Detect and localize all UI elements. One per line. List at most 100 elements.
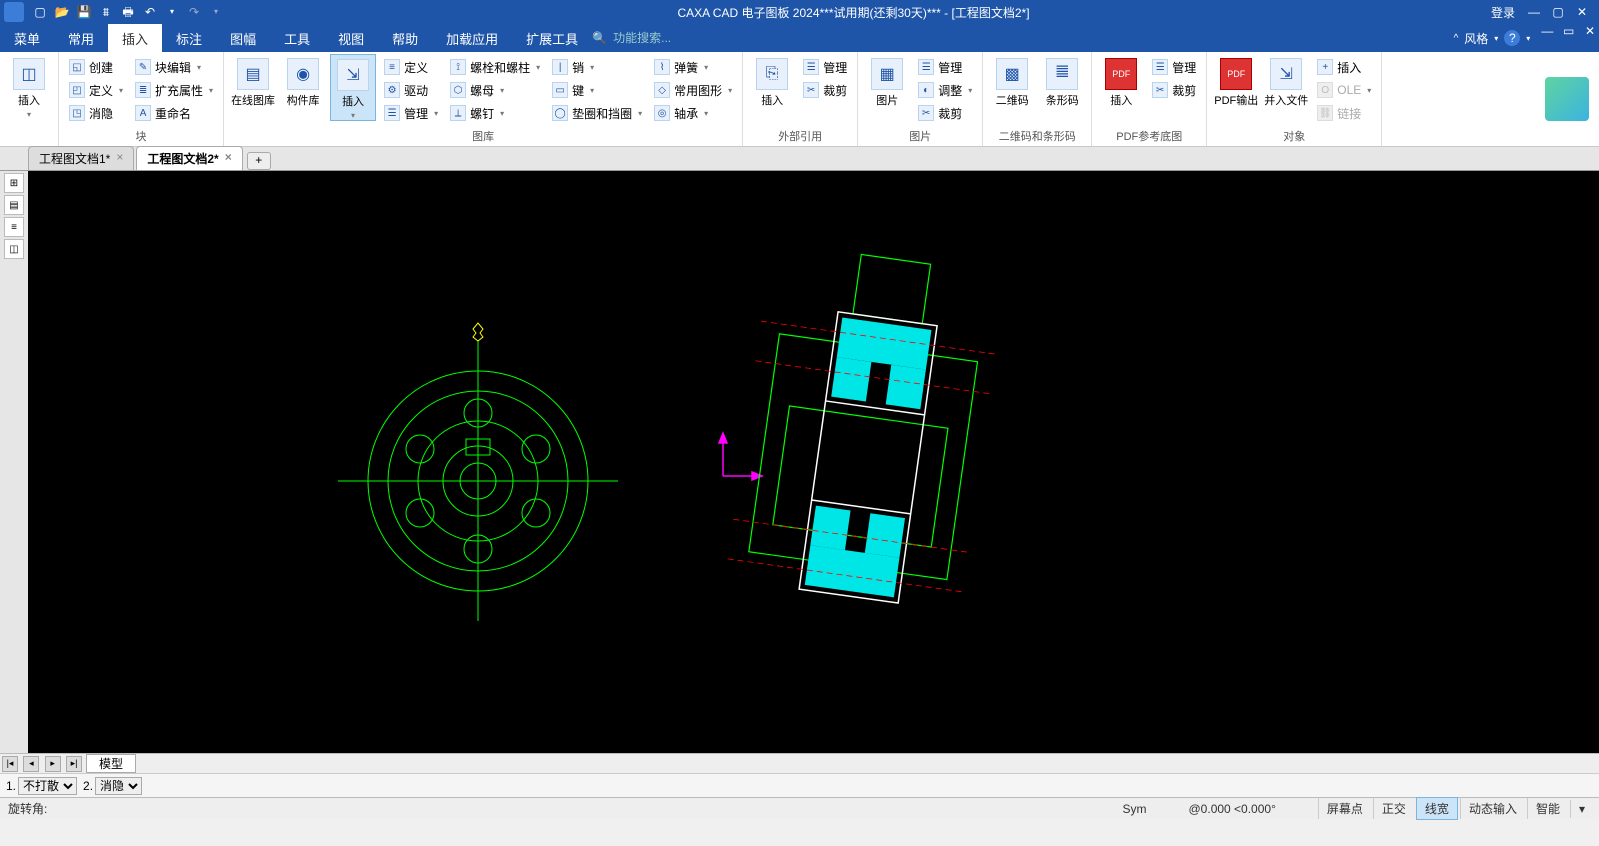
xref-manage-button[interactable]: ☰管理 bbox=[799, 56, 851, 78]
close-tab-icon[interactable]: × bbox=[116, 150, 123, 167]
tab-annotate[interactable]: 标注 bbox=[162, 24, 216, 52]
qat-print-icon[interactable]: 🖶 bbox=[120, 4, 136, 20]
tab-ext[interactable]: 扩展工具 bbox=[512, 24, 592, 52]
bearing-button[interactable]: ◎轴承▾ bbox=[650, 102, 736, 124]
tab-tools[interactable]: 工具 bbox=[270, 24, 324, 52]
lib-manage-button[interactable]: ☰管理▾ bbox=[380, 102, 442, 124]
merge-file-button[interactable]: ⇲并入文件 bbox=[1263, 54, 1309, 108]
window-title: CAXA CAD 电子图板 2024***试用期(还剩30天)*** - [工程… bbox=[224, 4, 1483, 21]
status-left: 旋转角: bbox=[0, 800, 47, 817]
doc-tab-2[interactable]: 工程图文档2*× bbox=[136, 146, 242, 170]
block-create-button[interactable]: ◱创建 bbox=[65, 56, 127, 78]
img-adjust-button[interactable]: ◐调整▾ bbox=[914, 79, 976, 101]
xref-clip-button[interactable]: ✂裁剪 bbox=[799, 79, 851, 101]
block-attr-button[interactable]: ≣扩充属性▾ bbox=[131, 79, 217, 101]
tab-menu[interactable]: 菜单 bbox=[0, 24, 54, 52]
pin-button[interactable]: |销▾ bbox=[548, 56, 646, 78]
next-layout-icon[interactable]: ▸ bbox=[45, 756, 61, 772]
status-dyn[interactable]: 动态输入 bbox=[1460, 798, 1525, 819]
mdi-restore-button[interactable]: ▭ bbox=[1560, 24, 1578, 38]
pdf-clip-button[interactable]: ✂裁剪 bbox=[1148, 79, 1200, 101]
washer-button[interactable]: ◯垫圈和挡圈▾ bbox=[548, 102, 646, 124]
status-lwt[interactable]: 线宽 bbox=[1416, 797, 1458, 820]
lib-drive-button[interactable]: ⚙驱动 bbox=[380, 79, 442, 101]
screw-button[interactable]: ⟂螺钉▾ bbox=[446, 102, 544, 124]
drawing-canvas[interactable] bbox=[28, 171, 1599, 753]
login-link[interactable]: 登录 bbox=[1483, 4, 1523, 21]
block-rename-button[interactable]: A重命名 bbox=[131, 102, 217, 124]
status-smart[interactable]: 智能 bbox=[1527, 798, 1568, 819]
qat-undo-dd-icon[interactable]: ▾ bbox=[164, 4, 180, 20]
search-input[interactable] bbox=[613, 31, 733, 45]
qat-redo-dd-icon[interactable]: ▾ bbox=[208, 4, 224, 20]
qat-save-icon[interactable]: 💾 bbox=[76, 4, 92, 20]
common-shape-button[interactable]: ◇常用图形▾ bbox=[650, 79, 736, 101]
barcode-button[interactable]: 𝍤条形码 bbox=[1039, 54, 1085, 108]
maximize-button[interactable]: ▢ bbox=[1547, 4, 1569, 20]
component-lib-button[interactable]: ◉构件库 bbox=[280, 54, 326, 108]
group-lib-label: 图库 bbox=[230, 128, 736, 146]
group-image-label: 图片 bbox=[864, 128, 976, 146]
pdf-manage-button[interactable]: ☰管理 bbox=[1148, 56, 1200, 78]
prev-layout-icon[interactable]: ◂ bbox=[23, 756, 39, 772]
opt2-select[interactable]: 消隐 bbox=[95, 777, 142, 795]
new-tab-button[interactable]: + bbox=[247, 152, 271, 170]
side-tool-4[interactable]: ◫ bbox=[4, 239, 24, 259]
insert-button[interactable]: ◫插入▾ bbox=[6, 54, 52, 119]
model-tab[interactable]: 模型 bbox=[86, 754, 136, 773]
qat-new-icon[interactable]: ▢ bbox=[32, 4, 48, 20]
opt1-select[interactable]: 不打散 bbox=[18, 777, 77, 795]
block-edit-button[interactable]: ✎块编辑▾ bbox=[131, 56, 217, 78]
tab-insert[interactable]: 插入 bbox=[108, 24, 162, 52]
style-dd-icon[interactable]: ▾ bbox=[1494, 34, 1498, 43]
opt2-label: 2. bbox=[83, 779, 93, 793]
image-button[interactable]: ▦图片 bbox=[864, 54, 910, 108]
block-define-button[interactable]: ◰定义▾ bbox=[65, 79, 127, 101]
tab-help[interactable]: 帮助 bbox=[378, 24, 432, 52]
key-button[interactable]: ▭键▾ bbox=[548, 79, 646, 101]
pdf-export-button[interactable]: PDFPDF输出 bbox=[1213, 54, 1259, 108]
qat-saveall-icon[interactable]: ⩩ bbox=[98, 4, 114, 20]
tab-addins[interactable]: 加载应用 bbox=[432, 24, 512, 52]
nut-button[interactable]: ⬡螺母▾ bbox=[446, 79, 544, 101]
obj-insert-button[interactable]: +插入 bbox=[1313, 56, 1375, 78]
opt1-label: 1. bbox=[6, 779, 16, 793]
qat-redo-icon[interactable]: ↷ bbox=[186, 4, 202, 20]
status-bar: 旋转角: Sym @0.000 <0.000° 屏幕点 正交 线宽 动态输入 智… bbox=[0, 797, 1599, 819]
close-tab-icon[interactable]: × bbox=[225, 150, 232, 167]
side-tool-1[interactable]: ⊞ bbox=[4, 173, 24, 193]
style-label[interactable]: 风格 bbox=[1464, 30, 1488, 47]
status-screenpt[interactable]: 屏幕点 bbox=[1318, 798, 1371, 819]
tab-view[interactable]: 视图 bbox=[324, 24, 378, 52]
tab-common[interactable]: 常用 bbox=[54, 24, 108, 52]
online-lib-button[interactable]: ▤在线图库 bbox=[230, 54, 276, 108]
xref-insert-button[interactable]: ⎘插入 bbox=[749, 54, 795, 108]
mdi-close-button[interactable]: ✕ bbox=[1581, 24, 1599, 38]
img-clip-button[interactable]: ✂裁剪 bbox=[914, 102, 976, 124]
document-tabs: 工程图文档1*× 工程图文档2*× + bbox=[0, 147, 1599, 171]
mdi-minimize-button[interactable]: — bbox=[1538, 24, 1556, 38]
help-dd-icon[interactable]: ▾ bbox=[1526, 34, 1530, 43]
tab-sheet[interactable]: 图幅 bbox=[216, 24, 270, 52]
help-icon[interactable]: ? bbox=[1504, 30, 1520, 46]
status-dd-icon[interactable]: ▾ bbox=[1570, 800, 1593, 818]
minimize-button[interactable]: — bbox=[1523, 4, 1545, 20]
collapse-ribbon-icon[interactable]: ^ bbox=[1454, 33, 1459, 44]
doc-tab-1[interactable]: 工程图文档1*× bbox=[28, 146, 134, 170]
close-button[interactable]: ✕ bbox=[1571, 4, 1593, 20]
qat-open-icon[interactable]: 📂 bbox=[54, 4, 70, 20]
qat-undo-icon[interactable]: ↶ bbox=[142, 4, 158, 20]
first-layout-icon[interactable]: |◂ bbox=[2, 756, 18, 772]
spring-button[interactable]: ⌇弹簧▾ bbox=[650, 56, 736, 78]
last-layout-icon[interactable]: ▸| bbox=[66, 756, 82, 772]
lib-define-button[interactable]: ≡定义 bbox=[380, 56, 442, 78]
side-tool-2[interactable]: ▤ bbox=[4, 195, 24, 215]
pdf-insert-button[interactable]: PDF插入 bbox=[1098, 54, 1144, 108]
status-ortho[interactable]: 正交 bbox=[1373, 798, 1414, 819]
side-tool-3[interactable]: ≡ bbox=[4, 217, 24, 237]
img-manage-button[interactable]: ☰管理 bbox=[914, 56, 976, 78]
qrcode-button[interactable]: ▩二维码 bbox=[989, 54, 1035, 108]
block-hide-button[interactable]: ◳消隐 bbox=[65, 102, 127, 124]
bolt-button[interactable]: ⟟螺栓和螺柱▾ bbox=[446, 56, 544, 78]
lib-insert-button[interactable]: ⇲插入▾ bbox=[330, 54, 376, 121]
